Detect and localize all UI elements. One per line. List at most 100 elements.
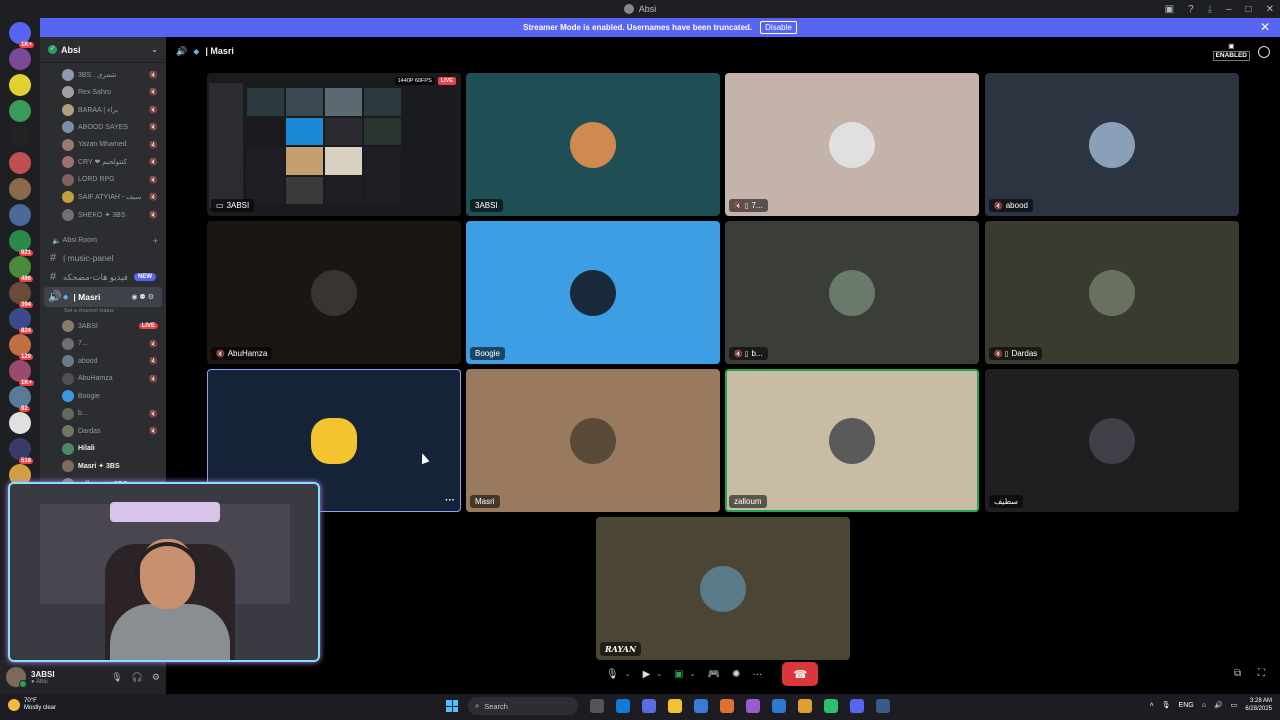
server-icon[interactable]: 92 <box>9 386 31 412</box>
microphone-icon[interactable]: 🎙 <box>111 672 122 683</box>
server-icon[interactable] <box>9 412 31 434</box>
server-icon[interactable]: 1K+ <box>9 360 35 386</box>
voice-user[interactable]: Dardas 🔇 <box>62 423 166 441</box>
participant-tile[interactable]: 🔇 ▯ Dardas <box>985 221 1239 364</box>
task-view-icon[interactable] <box>590 699 604 713</box>
vlc-icon[interactable] <box>720 699 734 713</box>
taskbar-search[interactable]: ⌕ Search <box>468 697 578 715</box>
participant-tile[interactable]: RAYAN <box>596 517 850 660</box>
voice-user[interactable]: BARAA | براء 🔇 <box>62 101 166 119</box>
participant-tile[interactable]: 🔇 ▯ b... <box>725 221 979 364</box>
text-channel[interactable]: # فيديو هات-مضحكه NEW <box>44 268 162 287</box>
notepad-icon[interactable] <box>772 699 786 713</box>
voice-user[interactable]: 3ABSI LIVE <box>62 318 166 336</box>
volume-icon[interactable]: 🔊 <box>1214 701 1223 709</box>
voice-user[interactable]: b... 🔇 <box>62 405 166 423</box>
voice-user[interactable]: Hilali <box>62 440 166 458</box>
settings-gear-icon[interactable]: ⚙ <box>152 672 160 683</box>
server-icon[interactable]: 394 <box>9 282 34 308</box>
participant-tile[interactable]: zalloum <box>725 369 979 512</box>
network-icon[interactable]: ⌂ <box>1202 702 1206 709</box>
file-explorer-icon[interactable] <box>668 699 682 713</box>
chevron-up-icon[interactable]: ˄ <box>1150 702 1154 709</box>
server-icon[interactable] <box>9 74 31 96</box>
server-header[interactable]: ✓ Absi ⌄ <box>40 37 166 63</box>
chrome-icon[interactable] <box>798 699 812 713</box>
headphones-icon[interactable]: 🎧 <box>132 672 143 683</box>
spotify-icon[interactable] <box>824 699 838 713</box>
add-channel-icon[interactable]: + <box>153 236 158 246</box>
tray-mic-icon[interactable]: 🎙 <box>1162 701 1171 709</box>
popout-icon[interactable]: ⧉ <box>1234 668 1241 679</box>
participant-tile[interactable]: 3ABSI <box>466 73 720 216</box>
voice-user[interactable]: ABOOD SAYES 🔇 <box>62 119 166 137</box>
voice-user[interactable]: 7... 🔇 <box>62 335 166 353</box>
activities-button[interactable]: 🎮 <box>707 669 719 680</box>
server-icon[interactable] <box>9 48 31 70</box>
fullscreen-icon[interactable]: ⛶ <box>1258 668 1265 679</box>
chevron-down-icon[interactable]: ⌄ <box>625 670 631 678</box>
voice-user[interactable]: Masri ✦ 3BS <box>62 458 166 476</box>
streamer-mode-icon[interactable]: ▣ <box>1165 4 1174 15</box>
server-icon[interactable]: 129 <box>9 334 34 360</box>
server-icon[interactable]: 518 <box>9 438 34 464</box>
disconnect-button[interactable]: ☎ <box>782 662 819 686</box>
voice-user[interactable]: LORD RPG 🔇 <box>62 171 166 189</box>
participant-tile[interactable]: 🔇 abood <box>985 73 1239 216</box>
chevron-down-icon[interactable]: ⌄ <box>656 670 662 678</box>
chevron-down-icon[interactable]: ⌄ <box>690 670 696 678</box>
voice-user[interactable]: 3BS . شمري 🔇 <box>62 66 166 84</box>
voice-user[interactable]: abood 🔇 <box>62 353 166 371</box>
close-banner-icon[interactable]: ✕ <box>1260 20 1270 34</box>
participant-tile[interactable]: 🔇 ▯ 7... <box>725 73 979 216</box>
tile-more-icon[interactable]: ··· <box>445 495 455 506</box>
channel-action-icons[interactable]: ◉⚉⚙ <box>131 293 156 301</box>
enabled-indicator[interactable]: ▣ ENABLED <box>1212 43 1250 61</box>
server-icon[interactable]: 1K+ <box>9 22 35 48</box>
server-icon[interactable] <box>9 204 31 226</box>
download-icon[interactable]: ⤓ <box>1208 4 1212 15</box>
channel-masri[interactable]: 🔊 ◆ | Masri ◉⚉⚙ <box>44 286 162 307</box>
screenshare-tile[interactable]: 1440P 60FPS LIVE ▭ 3ABSI <box>207 73 461 216</box>
battery-icon[interactable]: ▭ <box>1231 701 1238 709</box>
voice-user[interactable]: CRY ❤ كنتولجيم 🔇 <box>62 154 166 172</box>
screen-share-button[interactable]: ▣ ⌄ <box>674 669 695 680</box>
participant-tile[interactable]: 🔇 AbuHamza <box>207 221 461 364</box>
app-icon[interactable] <box>746 699 760 713</box>
text-channel[interactable]: # | music-panel <box>44 249 162 268</box>
edge-icon[interactable] <box>616 699 630 713</box>
soundboard-button[interactable]: ✺ <box>732 669 740 680</box>
camera-button[interactable]: ▶ ⌄ <box>643 669 663 680</box>
voice-user[interactable]: SAIF ATYIAH - سيف 🔇 <box>62 189 166 207</box>
server-icon[interactable] <box>9 178 31 200</box>
windows-start-icon[interactable] <box>446 700 458 712</box>
server-icon[interactable]: 486 <box>9 256 34 282</box>
help-icon[interactable]: ? <box>1188 4 1194 15</box>
voice-user[interactable]: Rex Sahro 🔇 <box>62 84 166 102</box>
clock[interactable]: 3:28 AM 6/28/2025 <box>1245 697 1272 713</box>
close-window-button[interactable]: ✕ <box>1266 4 1274 15</box>
participant-tile[interactable]: سطيف <box>985 369 1239 512</box>
participant-tile[interactable]: Masri <box>466 369 720 512</box>
voice-user[interactable]: SHEKO ✦ 3BS 🔇 <box>62 206 166 224</box>
more-options-button[interactable]: ··· <box>752 669 762 680</box>
maximize-button[interactable]: □ <box>1246 4 1252 15</box>
steam-icon[interactable] <box>876 699 890 713</box>
voice-user[interactable]: Yazan Mhamed 🔇 <box>62 136 166 154</box>
store-icon[interactable] <box>694 699 708 713</box>
mute-button[interactable]: 🎙 ⌄ <box>606 669 631 680</box>
user-avatar[interactable] <box>6 667 27 688</box>
server-icon[interactable]: 921 <box>9 230 34 256</box>
participant-tile[interactable]: Boogie <box>466 221 720 364</box>
server-icon[interactable] <box>9 152 31 174</box>
member-list-icon[interactable] <box>1258 46 1270 58</box>
weather-widget[interactable]: 70°F Mostly clear <box>8 698 56 712</box>
language-indicator[interactable]: ENG <box>1179 702 1194 709</box>
server-icon[interactable] <box>9 100 31 122</box>
minimize-button[interactable]: – <box>1226 4 1232 15</box>
copilot-icon[interactable] <box>642 699 656 713</box>
server-icon[interactable] <box>9 126 31 148</box>
discord-taskbar-icon[interactable] <box>850 699 864 713</box>
voice-user[interactable]: Boogie <box>62 388 166 406</box>
disable-streamer-mode-button[interactable]: Disable <box>760 21 797 34</box>
